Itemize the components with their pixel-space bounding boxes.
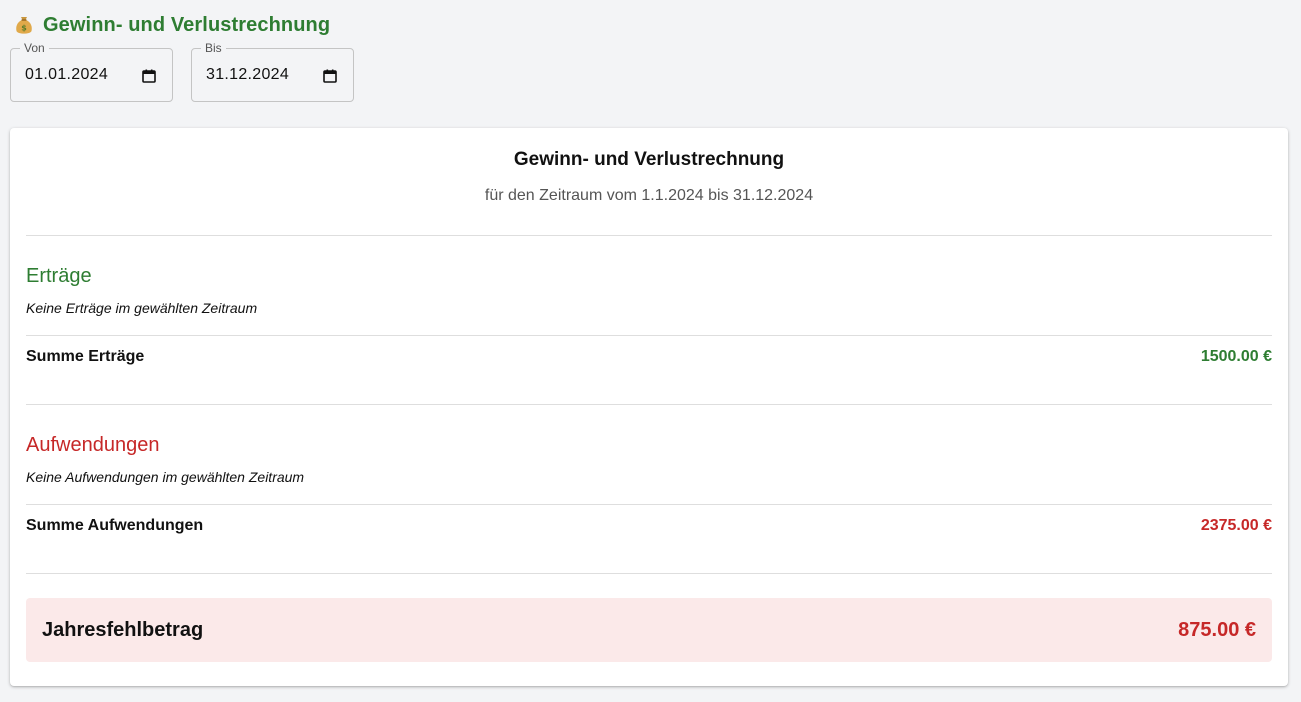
page-header: $ Gewinn- und Verlustrechnung bbox=[14, 12, 330, 38]
svg-text:$: $ bbox=[21, 24, 27, 33]
result-box: Jahresfehlbetrag 875.00 € bbox=[26, 598, 1272, 662]
date-from-label: Von bbox=[20, 41, 49, 55]
date-to-field[interactable]: Bis 31.12.2024 bbox=[191, 41, 354, 102]
date-to-label: Bis bbox=[201, 41, 226, 55]
report-title: Gewinn- und Verlustrechnung bbox=[513, 149, 785, 170]
divider bbox=[26, 335, 1272, 336]
divider bbox=[26, 235, 1272, 236]
report-card: Gewinn- und Verlustrechnung für den Zeit… bbox=[10, 128, 1288, 686]
date-from-field[interactable]: Von 01.01.2024 bbox=[10, 41, 173, 102]
expenses-empty-note: Keine Aufwendungen im gewählten Zeitraum bbox=[26, 469, 305, 485]
report-period: für den Zeitraum vom 1.1.2024 bis 31.12.… bbox=[484, 187, 814, 204]
calendar-icon[interactable] bbox=[141, 68, 157, 84]
income-sum-value: 1500.00 € bbox=[1200, 348, 1272, 365]
divider bbox=[26, 504, 1272, 505]
expenses-sum-label: Summe Aufwendungen bbox=[26, 517, 204, 534]
date-to-value[interactable]: 31.12.2024 bbox=[206, 66, 289, 84]
page-title: Gewinn- und Verlustrechnung bbox=[43, 13, 331, 36]
expenses-sum-value: 2375.00 € bbox=[1200, 517, 1272, 534]
divider bbox=[26, 404, 1272, 405]
income-empty-note: Keine Erträge im gewählten Zeitraum bbox=[26, 300, 258, 316]
money-bag-icon: $ bbox=[14, 14, 34, 36]
divider bbox=[26, 573, 1272, 574]
calendar-icon[interactable] bbox=[322, 68, 338, 84]
income-heading: Erträge bbox=[26, 265, 92, 287]
date-from-value[interactable]: 01.01.2024 bbox=[25, 66, 108, 84]
result-value: 875.00 € bbox=[1178, 619, 1256, 641]
income-sum-label: Summe Erträge bbox=[26, 348, 145, 365]
expenses-heading: Aufwendungen bbox=[26, 434, 160, 456]
result-label: Jahresfehlbetrag bbox=[42, 619, 204, 641]
